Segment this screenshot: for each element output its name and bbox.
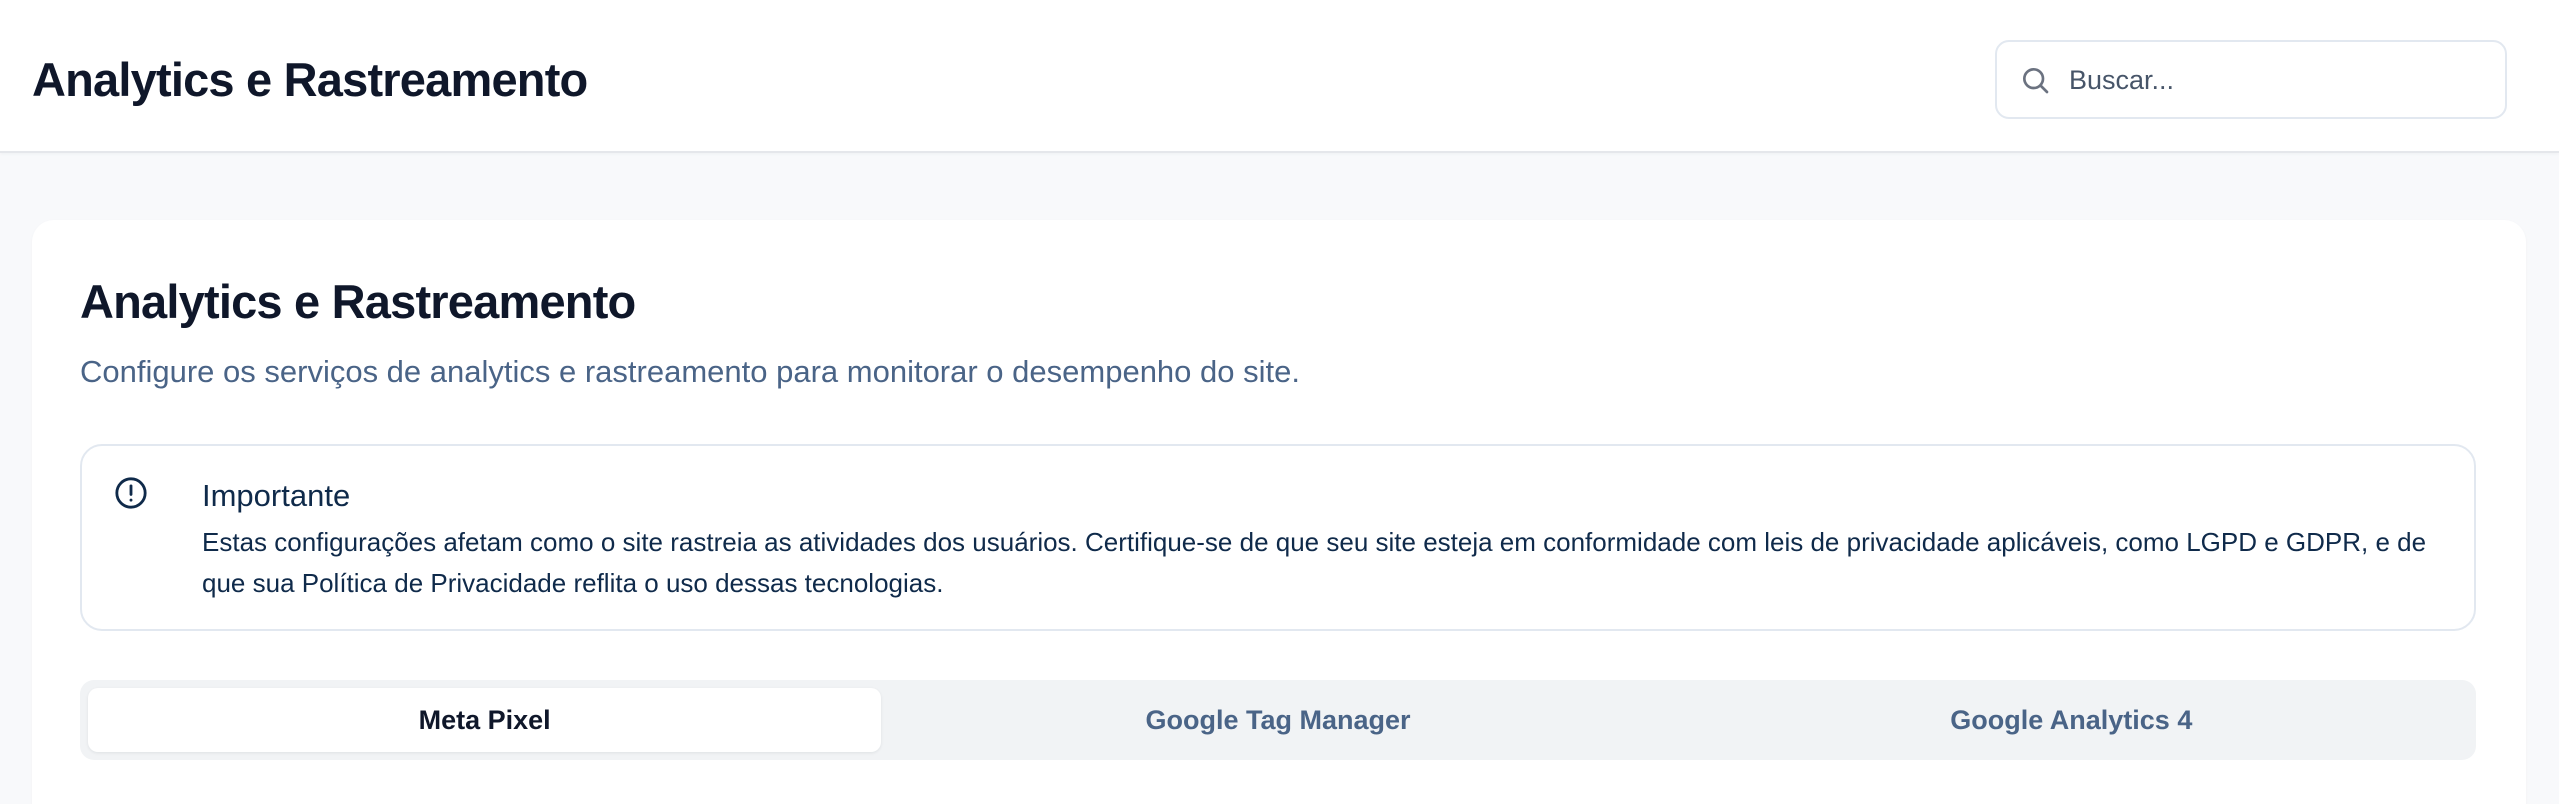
tab-google-tag-manager[interactable]: Google Tag Manager: [881, 688, 1674, 752]
app-title: Analytics e Rastreamento: [32, 53, 588, 106]
settings-card: Analytics e Rastreamento Configure os se…: [32, 220, 2526, 804]
important-alert: Importante Estas configurações afetam co…: [80, 444, 2476, 631]
tab-meta-pixel[interactable]: Meta Pixel: [88, 688, 882, 752]
page-subtitle: Configure os serviços de analytics e ras…: [80, 354, 1300, 389]
alert-circle-icon: [115, 477, 147, 509]
search-icon: [2023, 68, 2049, 94]
tab-google-analytics-4[interactable]: Google Analytics 4: [1675, 688, 2468, 752]
search-box[interactable]: [1995, 40, 2507, 119]
tab-bar: Meta Pixel Google Tag Manager Google Ana…: [80, 680, 2476, 760]
alert-text: Estas configurações afetam como o site r…: [202, 527, 2427, 598]
page-title: Analytics e Rastreamento: [80, 275, 636, 328]
search-input[interactable]: [2069, 56, 2489, 104]
alert-title: Importante: [202, 478, 351, 513]
top-bar: Analytics e Rastreamento: [0, 0, 2559, 153]
